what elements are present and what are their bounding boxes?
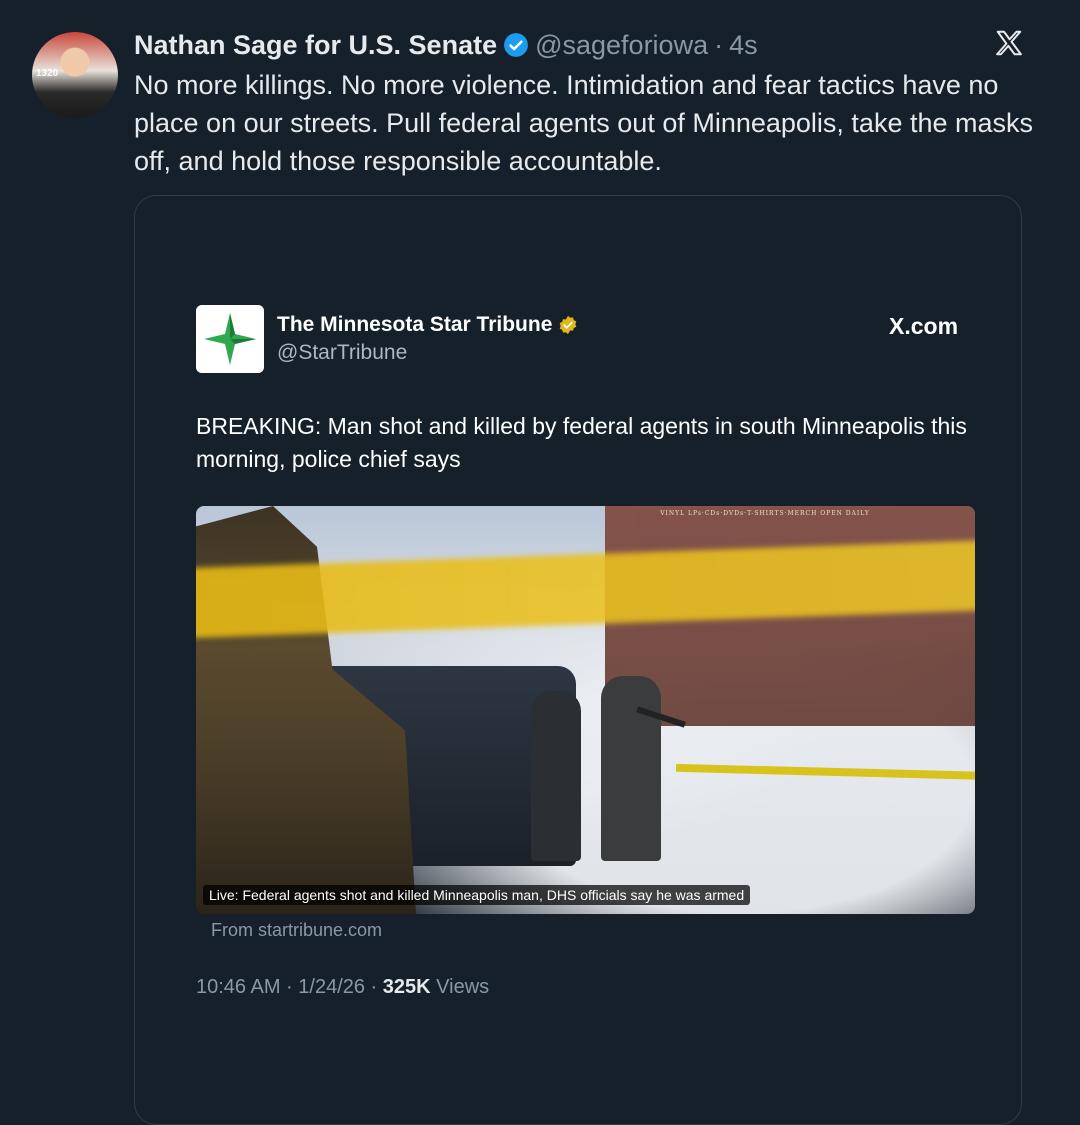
agent-figure <box>601 676 661 861</box>
x-logo-icon <box>996 30 1022 56</box>
embed-account-name[interactable]: The Minnesota Star Tribune <box>277 313 552 337</box>
timestamp[interactable]: 10:46 AM · 1/24/26 · <box>196 976 383 998</box>
embed-handle[interactable]: @StarTribune <box>277 341 407 365</box>
tweet-text: No more killings. No more violence. Inti… <box>134 70 1034 176</box>
views-label: Views <box>430 976 490 998</box>
embed-account-name-row: The Minnesota Star Tribune <box>277 313 578 337</box>
store-sign: VINYL LPs·CDs·DVDs·T-SHIRTS·MERCH OPEN D… <box>660 510 870 517</box>
tweet-meta: 10:46 AM · 1/24/26 · 325K Views <box>196 976 489 999</box>
verified-badge-icon <box>504 33 529 57</box>
author-avatar[interactable]: 1320 <box>32 32 118 118</box>
star-tribune-logo <box>196 305 264 373</box>
avatar-badge-text: 1320 <box>36 68 59 79</box>
photo-caption: Live: Federal agents shot and killed Min… <box>203 885 751 905</box>
header-separator: · <box>714 29 724 60</box>
agent-figure <box>531 691 581 861</box>
author-handle[interactable]: @sageforiowa <box>535 30 708 61</box>
link-source[interactable]: From startribune.com <box>211 920 382 941</box>
views-count: 325K <box>382 976 431 998</box>
news-photo[interactable]: VINYL LPs·CDs·DVDs·T-SHIRTS·MERCH OPEN D… <box>196 506 975 914</box>
police-tape <box>675 763 975 781</box>
tweet-header: Nathan Sage for U.S. Senate @sageforiowa… <box>134 28 758 62</box>
tweet-time[interactable]: 4s <box>729 30 758 61</box>
author-name[interactable]: Nathan Sage for U.S. Senate <box>134 30 497 61</box>
source-label: X.com <box>889 313 959 339</box>
embed-text: BREAKING: Man shot and killed by federal… <box>196 413 967 472</box>
gold-verified-badge-icon <box>560 315 577 335</box>
